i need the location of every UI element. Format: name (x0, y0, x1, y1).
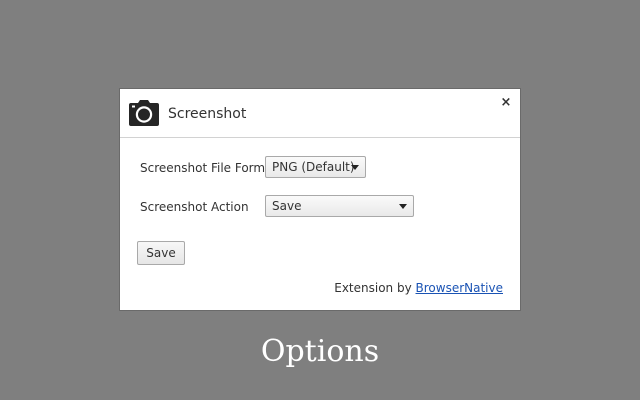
extension-credit: Extension by BrowserNative (334, 280, 503, 296)
screenshot-action-select[interactable]: Save (265, 195, 414, 217)
file-format-select[interactable]: PNG (Default) (265, 156, 366, 178)
close-button[interactable]: × (498, 95, 514, 111)
dialog-header: Screenshot × (120, 89, 520, 138)
page-caption: Options (260, 334, 380, 369)
save-button[interactable]: Save (137, 241, 185, 265)
screenshot-action-label: Screenshot Action (140, 200, 249, 214)
credit-prefix: Extension by (334, 281, 412, 295)
chevron-down-icon (399, 204, 407, 209)
browsernative-link[interactable]: BrowserNative (416, 281, 503, 295)
camera-icon (129, 100, 159, 126)
dialog-title: Screenshot (168, 106, 247, 122)
options-dialog: Screenshot × Screenshot File Format PNG … (119, 88, 521, 311)
file-format-value: PNG (Default) (272, 160, 355, 174)
screenshot-action-value: Save (272, 199, 302, 213)
chevron-down-icon (351, 165, 359, 170)
file-format-label: Screenshot File Format (140, 161, 278, 175)
